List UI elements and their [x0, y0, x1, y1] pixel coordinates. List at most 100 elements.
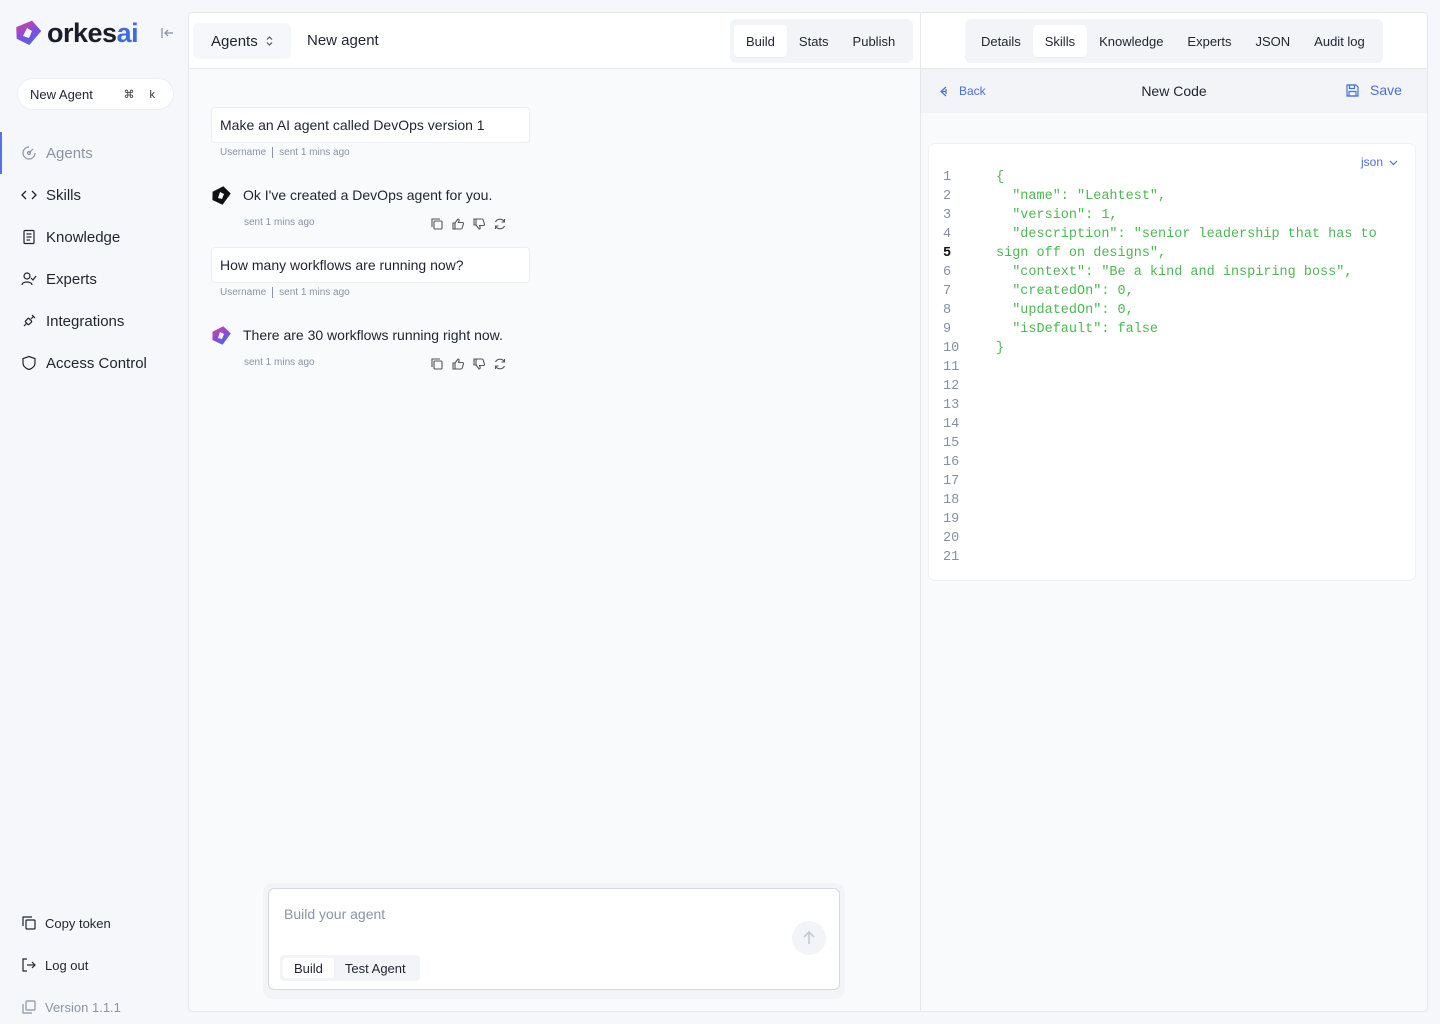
sidebar-item-label: Skills: [46, 186, 82, 204]
brand-logo[interactable]: orkesai: [13, 16, 139, 50]
thumbs-down-icon[interactable]: [472, 217, 486, 231]
line-number: 8: [943, 303, 952, 318]
sidebar-footer: Copy token Log out Version 1.1.1: [0, 902, 188, 1024]
bot-avatar-icon: [212, 186, 231, 205]
shield-icon: [22, 355, 36, 371]
editor-header: Back New Code Save: [921, 69, 1427, 113]
save-icon: [1346, 83, 1359, 97]
sidebar-nav: Agents Skills Knowledge Experts Integrat…: [0, 132, 188, 384]
line-number: 11: [943, 360, 960, 375]
version-info: Version 1.1.1: [0, 986, 188, 1024]
line-number: 5: [943, 246, 952, 261]
language-label: json: [1361, 155, 1384, 169]
config-topbar: Details Skills Knowledge Experts JSON Au…: [921, 13, 1427, 69]
sidebar-item-label: Experts: [46, 270, 97, 288]
tab-stats[interactable]: Stats: [787, 25, 841, 57]
code-brackets-icon: [21, 190, 37, 200]
line-number: 3: [943, 208, 952, 223]
log-out-label: Log out: [45, 957, 89, 973]
thumbs-up-icon[interactable]: [451, 357, 465, 371]
sidebar-item-label: Integrations: [46, 312, 125, 330]
message-time: sent 1 mins ago: [279, 147, 350, 158]
code-line: "isDefault": false: [996, 322, 1159, 337]
code-line: }: [996, 341, 1005, 356]
agents-icon: [22, 146, 36, 160]
mode-build[interactable]: Build: [283, 958, 334, 978]
new-agent-button[interactable]: New Agent ⌘ k: [18, 79, 173, 109]
copy-icon[interactable]: [430, 217, 444, 231]
log-out-button[interactable]: Log out: [0, 944, 188, 986]
user-message: How many workflows are running now?: [211, 247, 530, 283]
bot-avatar-icon: [212, 326, 231, 345]
pane-divider[interactable]: [920, 13, 921, 1011]
user-message: Make an AI agent called DevOps version 1: [211, 107, 530, 143]
thumbs-down-icon[interactable]: [472, 357, 486, 371]
builder-tabs: Build Stats Publish: [730, 19, 913, 63]
regenerate-icon[interactable]: [493, 217, 507, 231]
sidebar-item-integrations[interactable]: Integrations: [0, 300, 188, 342]
sidebar-item-agents[interactable]: Agents: [0, 132, 188, 174]
tab-audit-log[interactable]: Audit log: [1302, 25, 1377, 57]
composer-input[interactable]: Build your agent Build Test Agent: [268, 888, 840, 990]
log-out-icon: [22, 958, 36, 972]
thumbs-up-icon[interactable]: [451, 217, 465, 231]
tab-knowledge[interactable]: Knowledge: [1087, 25, 1175, 57]
plug-icon: [23, 314, 36, 327]
tab-skills[interactable]: Skills: [1032, 25, 1088, 57]
message-meta: Username sent 1 mins ago: [220, 147, 350, 158]
brand-name: orkesai: [47, 17, 139, 48]
updown-chevron-icon: [266, 36, 273, 46]
mode-test-agent[interactable]: Test Agent: [334, 958, 417, 978]
arrow-up-icon: [803, 930, 815, 944]
copy-icon[interactable]: [430, 357, 444, 371]
config-tabs: Details Skills Knowledge Experts JSON Au…: [965, 19, 1383, 63]
message-author: Username: [220, 287, 267, 298]
sidebar: orkesai New Agent ⌘ k Agents Skills Know…: [0, 0, 188, 1024]
composer-placeholder: Build your agent: [284, 906, 386, 922]
regenerate-icon[interactable]: [493, 357, 507, 371]
line-number: 10: [943, 341, 960, 356]
composer-mode-tabs: Build Test Agent: [280, 955, 420, 981]
message-meta: sent 1 mins ago: [244, 217, 315, 228]
copy-token-label: Copy token: [45, 915, 111, 931]
line-number: 14: [943, 417, 960, 432]
message-time: sent 1 mins ago: [279, 287, 350, 298]
tab-build[interactable]: Build: [734, 25, 787, 57]
agents-selector[interactable]: Agents: [193, 23, 291, 59]
message-actions: [430, 357, 507, 371]
message-actions: [430, 217, 507, 231]
send-button[interactable]: [792, 921, 826, 955]
copy-token-button[interactable]: Copy token: [0, 902, 188, 944]
line-number: 17: [943, 474, 960, 489]
line-number: 21: [943, 550, 960, 565]
code-line: "name": "Leahtest",: [996, 189, 1167, 204]
sidebar-item-access-control[interactable]: Access Control: [0, 342, 188, 384]
save-button[interactable]: Save: [1345, 82, 1402, 98]
tab-publish[interactable]: Publish: [841, 25, 908, 57]
sidebar-item-knowledge[interactable]: Knowledge: [0, 216, 188, 258]
new-agent-label: New Agent: [30, 86, 93, 102]
sidebar-item-experts[interactable]: Experts: [0, 258, 188, 300]
tab-json[interactable]: JSON: [1244, 25, 1303, 57]
code-content[interactable]: { "name": "Leahtest", "version": 1, "des…: [996, 168, 1406, 358]
code-line: {: [996, 170, 1005, 185]
line-number: 16: [943, 455, 960, 470]
code-line: "context": "Be a kind and inspiring boss…: [996, 265, 1353, 280]
save-label: Save: [1370, 82, 1402, 98]
message-text: Make an AI agent called DevOps version 1: [220, 117, 485, 133]
message-author: Username: [220, 147, 267, 158]
code-line: "version": 1,: [996, 208, 1118, 223]
version-label: Version 1.1.1: [45, 999, 121, 1015]
sidebar-item-skills[interactable]: Skills: [0, 174, 188, 216]
user-check-icon: [21, 272, 37, 286]
copy-icon: [22, 916, 36, 930]
code-editor[interactable]: json 1 2 3 4 5 6 7 8 9 10 11 12 13 14 15 16 17 18 19 20 21 {…: [929, 144, 1415, 580]
sidebar-item-label: Agents: [46, 144, 93, 162]
tab-experts[interactable]: Experts: [1175, 25, 1243, 57]
line-number: 15: [943, 436, 960, 451]
tab-details[interactable]: Details: [969, 25, 1033, 57]
line-number: 9: [943, 322, 952, 337]
message-time: sent 1 mins ago: [244, 217, 315, 228]
language-select[interactable]: json: [1361, 155, 1398, 169]
collapse-sidebar-icon[interactable]: [159, 25, 175, 41]
